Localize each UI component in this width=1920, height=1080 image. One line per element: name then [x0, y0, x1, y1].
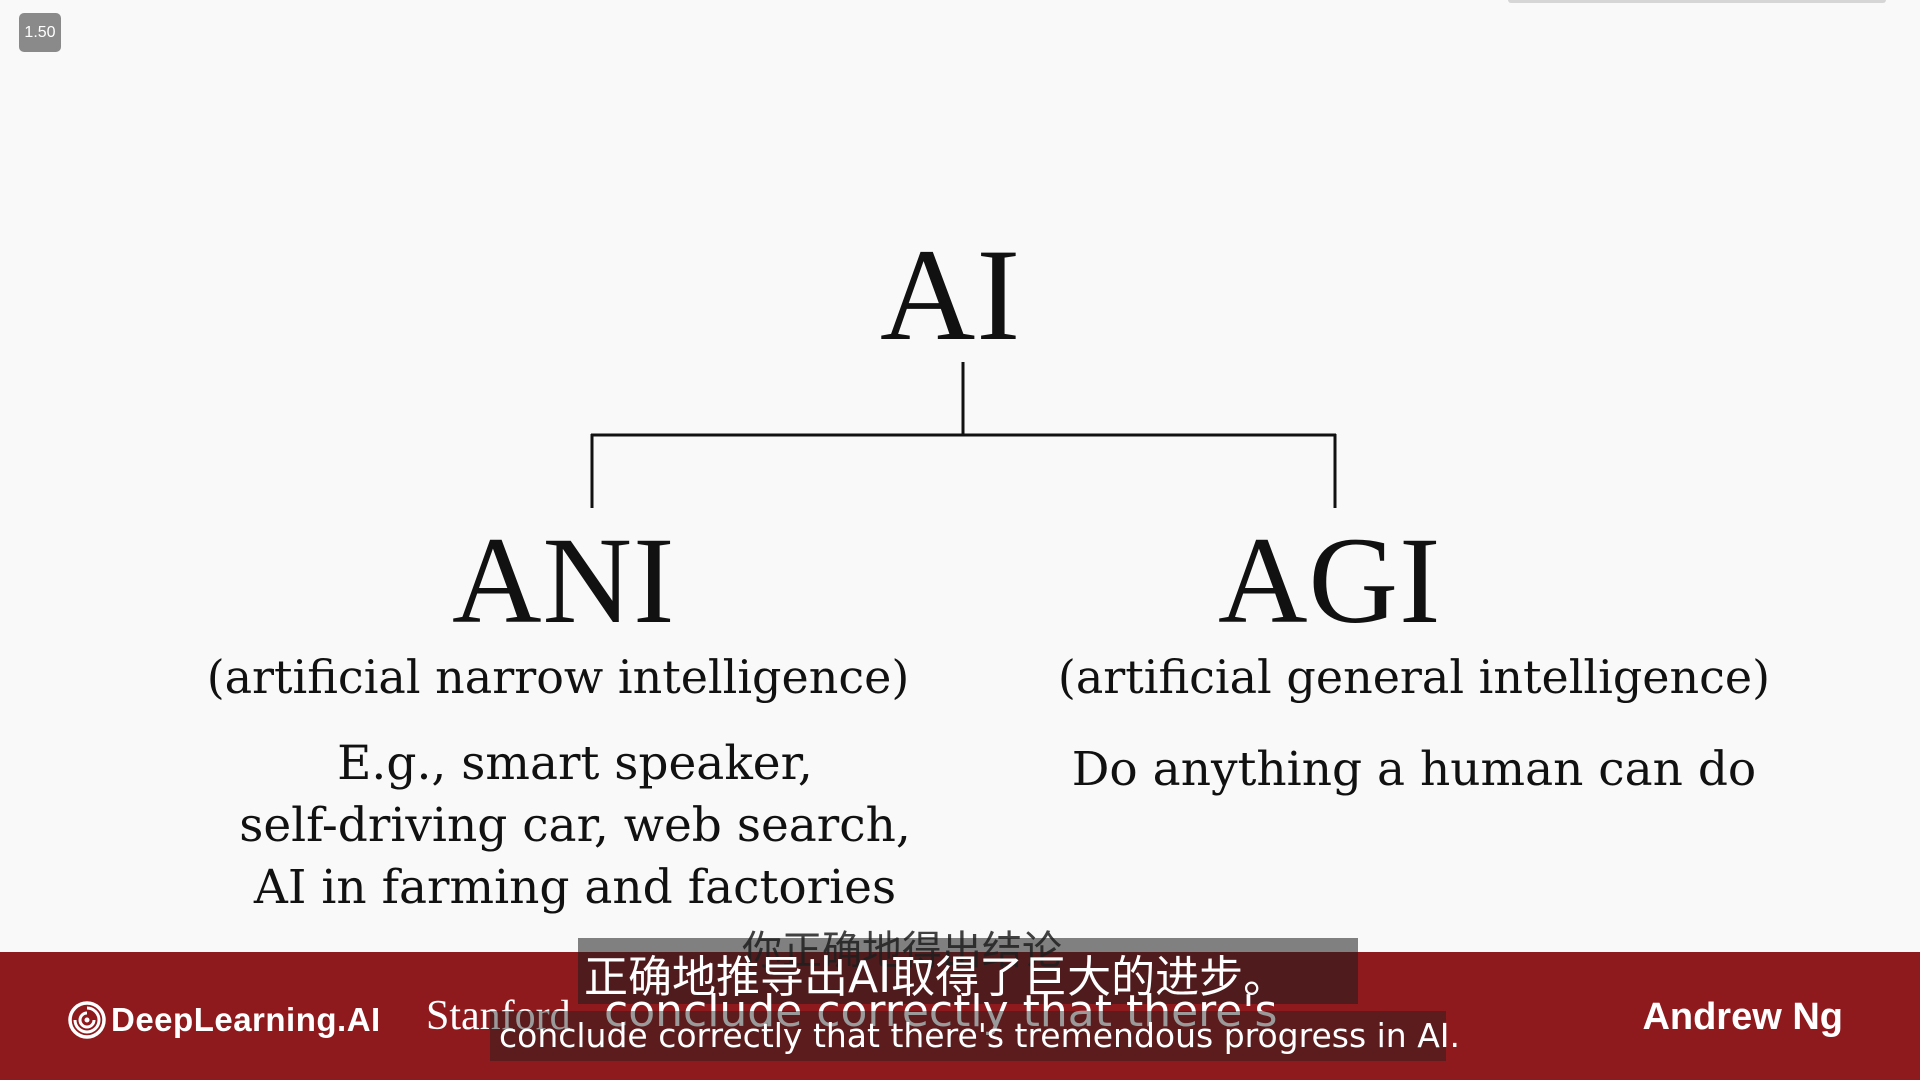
agi-description: Do anything a human can do	[1071, 742, 1757, 797]
deeplearning-ai-logo: DeepLearning.AI	[67, 1000, 381, 1040]
deeplearning-spiral-icon	[68, 1001, 106, 1039]
ani-title: ANI	[452, 512, 676, 649]
ani-example-line: E.g., smart speaker,	[337, 736, 813, 791]
ani-example-line: self-driving car, web search,	[239, 798, 911, 853]
logo-text: DeepLearning.AI	[111, 1001, 381, 1038]
english-subtitle: conclude correctly that there's tremendo…	[499, 1016, 1461, 1055]
agi-subtitle: (artificial general intelligence)	[1057, 650, 1771, 704]
presenter-name: Andrew Ng	[1642, 996, 1843, 1038]
ani-example-line: AI in farming and factories	[253, 860, 897, 915]
ani-subtitle: (artificial narrow intelligence)	[206, 650, 910, 704]
root-title: AI	[880, 221, 1022, 368]
agi-title: AGI	[1218, 512, 1442, 649]
video-frame: 1.50 AI ANI (artificial narrow intellige…	[0, 0, 1920, 1080]
